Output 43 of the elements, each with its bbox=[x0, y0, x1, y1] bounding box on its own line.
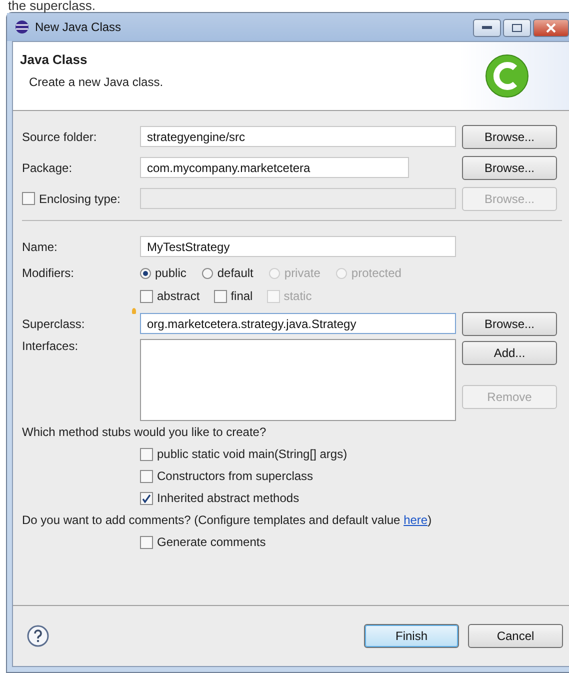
checkbox[interactable]: Inherited abstract methods bbox=[140, 491, 300, 505]
browse-button[interactable]: Browse... bbox=[462, 312, 557, 336]
input-field[interactable]: com.mycompany.marketcetera bbox=[140, 157, 409, 178]
radio-option[interactable]: default bbox=[202, 266, 254, 280]
checkbox[interactable]: final bbox=[214, 289, 253, 303]
checkbox-label: Enclosing type: bbox=[39, 192, 120, 206]
field-label: Package: bbox=[22, 160, 74, 174]
help-icon[interactable] bbox=[27, 625, 49, 647]
maximize-icon bbox=[512, 24, 522, 32]
input-field[interactable]: strategyengine/src bbox=[140, 126, 456, 147]
field-label: Name: bbox=[22, 240, 58, 254]
class-icon bbox=[485, 54, 529, 98]
interfaces-list[interactable] bbox=[140, 339, 456, 421]
minimize-button[interactable] bbox=[473, 19, 501, 37]
close-icon bbox=[546, 23, 556, 33]
field-label: Superclass: bbox=[22, 316, 86, 330]
field-label: Interfaces: bbox=[22, 339, 80, 353]
window-title: New Java Class bbox=[35, 20, 122, 34]
input-field[interactable]: MyTestStrategy bbox=[140, 236, 456, 257]
checkbox[interactable]: Generate comments bbox=[140, 535, 266, 549]
lightbulb-icon bbox=[132, 308, 136, 314]
finish-button[interactable]: Finish bbox=[364, 624, 459, 648]
globe-icon bbox=[15, 20, 29, 34]
stubs-question: Which method stubs would you like to create? bbox=[22, 425, 266, 439]
field-label: Source folder: bbox=[22, 130, 98, 144]
checkbox[interactable]: abstract bbox=[140, 289, 200, 303]
field-label: Modifiers: bbox=[22, 266, 76, 280]
add-button[interactable]: Add... bbox=[462, 341, 557, 365]
maximize-button[interactable] bbox=[503, 19, 531, 37]
page-title: Java Class bbox=[20, 52, 88, 67]
caption-text: the superclass. bbox=[7, 0, 96, 12]
browse-button[interactable]: Browse... bbox=[462, 156, 557, 180]
checkbox[interactable]: public static void main(String[] args) bbox=[140, 447, 348, 461]
input-field[interactable]: org.marketcetera.strategy.java.Strategy bbox=[140, 313, 456, 334]
close-button[interactable] bbox=[533, 19, 569, 37]
here-link[interactable]: here bbox=[404, 513, 428, 527]
cancel-button[interactable]: Cancel bbox=[468, 624, 563, 648]
radio-option[interactable]: public bbox=[140, 266, 186, 280]
minimize-icon bbox=[482, 26, 492, 30]
comments-question: Do you want to add comments? (Configure templates and default value here) bbox=[22, 513, 432, 527]
browse-button[interactable]: Browse... bbox=[462, 124, 557, 148]
page-description: Create a new Java class. bbox=[28, 75, 164, 89]
checkbox[interactable]: Constructors from superclass bbox=[140, 469, 314, 483]
